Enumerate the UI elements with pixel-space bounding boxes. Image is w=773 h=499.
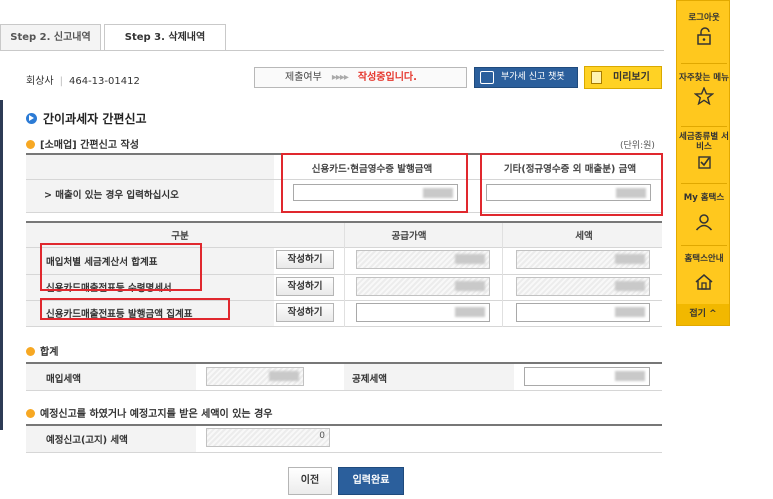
quick-menu: 로그아웃 자주찾는 메뉴 세금종류별 서비스 My 홈택스 홈택스안내 접기 ^ bbox=[676, 0, 730, 326]
highlight-other-column bbox=[480, 153, 663, 216]
highlight-rows-1-2 bbox=[40, 243, 202, 291]
business-number: 464-13-01412 bbox=[68, 76, 140, 87]
quick-tax-services-label: 세금종류별 서비스 bbox=[679, 132, 729, 152]
prelim-tax-value: 0 bbox=[319, 431, 325, 441]
quick-tax-services[interactable]: 세금종류별 서비스 bbox=[677, 132, 731, 172]
prev-button[interactable]: 이전 bbox=[288, 467, 332, 495]
bullet-icon bbox=[26, 409, 35, 418]
purchase-tax-field bbox=[206, 367, 304, 386]
tab-divider bbox=[0, 50, 664, 51]
supply-amount-field bbox=[356, 277, 490, 296]
section-retail-title: [소매업] 간편신고 작성 bbox=[26, 136, 139, 151]
quick-favorites[interactable]: 자주찾는 메뉴 bbox=[677, 73, 731, 105]
purchase-tax-label: 매입세액 bbox=[46, 374, 81, 385]
col-category: 구분 bbox=[171, 231, 189, 242]
status-label: 제출여부 bbox=[285, 72, 322, 83]
left-edge-bar bbox=[0, 100, 3, 430]
highlight-row-3 bbox=[40, 298, 230, 320]
prelim-tax-field: 0 bbox=[206, 428, 330, 447]
prelim-tax-label: 예정신고(고지) 세액 bbox=[46, 435, 128, 446]
play-circle-icon bbox=[26, 113, 37, 124]
tax-amount-field bbox=[516, 277, 650, 296]
deduction-tax-label: 공제세액 bbox=[352, 374, 387, 385]
tab-step2[interactable]: Step 2. 신고내역 bbox=[0, 24, 101, 51]
business-info: 회상사 | 464-13-01412 bbox=[26, 76, 140, 87]
lock-icon bbox=[697, 27, 711, 45]
preview-label: 미리보기 bbox=[613, 72, 650, 83]
quick-favorites-label: 자주찾는 메뉴 bbox=[679, 73, 729, 83]
home-info-icon bbox=[695, 274, 713, 290]
tax-amount-field bbox=[516, 250, 650, 269]
quick-hometax-guide[interactable]: 홈택스안내 bbox=[677, 254, 731, 291]
vat-chatbot-button[interactable]: 부가세 신고 챗봇 bbox=[474, 67, 578, 88]
person-icon bbox=[695, 214, 713, 231]
bullet-icon bbox=[26, 140, 35, 149]
supply-amount-input[interactable] bbox=[356, 303, 490, 322]
document-icon bbox=[591, 71, 602, 84]
vat-chatbot-label: 부가세 신고 챗봇 bbox=[501, 72, 565, 82]
col-tax-amount: 세액 bbox=[575, 231, 593, 242]
submission-status: 제출여부 ▸▸▸▸ 작성중입니다. bbox=[254, 67, 467, 88]
quick-hometax-guide-label: 홈택스안내 bbox=[684, 254, 724, 264]
quick-separator bbox=[681, 63, 727, 64]
write-button[interactable]: 작성하기 bbox=[276, 250, 334, 269]
deduction-tax-field[interactable] bbox=[524, 367, 650, 386]
status-arrows: ▸▸▸▸ bbox=[331, 72, 349, 83]
quick-collapse-button[interactable]: 접기 ^ bbox=[677, 304, 729, 325]
page-title: 간이과세자 간편신고 bbox=[26, 110, 147, 127]
quick-logout-label: 로그아웃 bbox=[688, 13, 720, 23]
checkbox-icon bbox=[698, 156, 711, 169]
section-prelim-title: 예정신고를 하였거나 예정고지를 받은 세액이 있는 경우 bbox=[26, 405, 273, 420]
star-icon bbox=[694, 87, 714, 105]
quick-logout[interactable]: 로그아웃 bbox=[677, 13, 731, 45]
write-button[interactable]: 작성하기 bbox=[276, 303, 334, 322]
preview-button[interactable]: 미리보기 bbox=[584, 66, 662, 89]
section-total-title: 합계 bbox=[26, 343, 58, 358]
quick-separator bbox=[681, 126, 727, 127]
tax-amount-input[interactable] bbox=[516, 303, 650, 322]
quick-separator bbox=[681, 183, 727, 184]
quick-my-hometax-label: My 홈택스 bbox=[683, 193, 725, 203]
quick-my-hometax[interactable]: My 홈택스 bbox=[677, 193, 731, 231]
tab-step3[interactable]: Step 3. 삭제내역 bbox=[104, 24, 226, 51]
bullet-icon bbox=[26, 347, 35, 356]
unit-label: (단위:원) bbox=[620, 141, 655, 151]
submit-button[interactable]: 입력완료 bbox=[338, 467, 404, 495]
quick-separator bbox=[681, 245, 727, 246]
retail-row-label: > 매출이 있는 경우 입력하십시오 bbox=[44, 190, 179, 201]
highlight-card-column bbox=[281, 153, 468, 213]
col-supply-amount: 공급가액 bbox=[391, 231, 427, 242]
supply-amount-field bbox=[356, 250, 490, 269]
chat-icon bbox=[480, 71, 494, 84]
write-button[interactable]: 작성하기 bbox=[276, 277, 334, 296]
business-name: 회상사 bbox=[26, 76, 54, 87]
status-state: 작성중입니다. bbox=[357, 72, 417, 83]
